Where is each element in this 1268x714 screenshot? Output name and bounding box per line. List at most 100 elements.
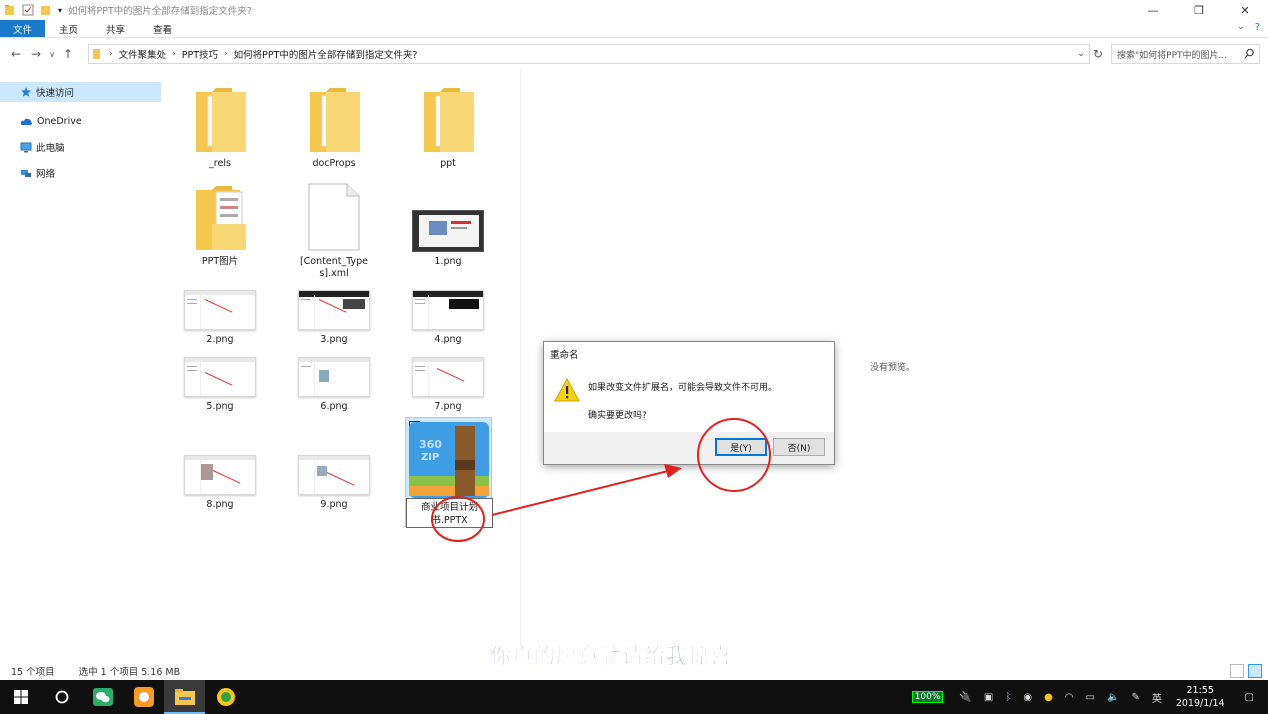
search-placeholder: 搜索"如何将PPT中的图片... — [1117, 50, 1228, 61]
rename-dialog: 重命名 如果改变文件扩展名，可能会导致文件不可用。 确实要更改吗? 是(Y) 否… — [543, 341, 835, 465]
file-name: _rels — [209, 158, 231, 169]
sidebar-item-quick-access[interactable]: 快速访问 — [0, 82, 161, 102]
quick-access-dropdown-icon[interactable]: ▾ — [58, 6, 62, 15]
file-explorer-icon — [174, 689, 195, 705]
archive-badge: ZIP — [421, 452, 439, 463]
image-item[interactable]: 3.png — [284, 288, 384, 346]
up-icon[interactable]: ↑ — [58, 47, 78, 61]
document-icon — [308, 183, 360, 251]
chevron-down-icon[interactable]: ⌄ — [1077, 48, 1085, 59]
folder-icon — [196, 186, 246, 250]
image-thumbnail — [412, 357, 484, 397]
maximize-button[interactable]: ❐ — [1176, 0, 1222, 20]
properties-icon[interactable] — [22, 4, 34, 16]
help-icon[interactable]: ? — [1255, 22, 1260, 33]
search-icon — [1244, 48, 1254, 59]
taskbar-wechat[interactable] — [82, 680, 123, 714]
close-button[interactable]: ✕ — [1222, 0, 1268, 20]
file-name: 1.png — [434, 256, 462, 267]
battery-indicator[interactable]: 100% — [911, 691, 944, 703]
notification-icon[interactable]: ▢ — [1245, 692, 1254, 703]
rename-field[interactable]: 商业项目计划 书.PPTX — [406, 498, 493, 528]
file-name: 8.png — [206, 499, 234, 510]
taskbar-app[interactable] — [123, 680, 164, 714]
yes-button[interactable]: 是(Y) — [715, 438, 767, 456]
search-input[interactable]: 搜索"如何将PPT中的图片... — [1111, 44, 1260, 64]
image-item[interactable]: 2.png — [170, 288, 270, 346]
clock-time: 21:55 — [1186, 685, 1214, 696]
folder-item[interactable]: ppt — [398, 82, 498, 170]
folder-item[interactable]: _rels — [170, 82, 270, 170]
image-thumbnail — [184, 357, 256, 397]
refresh-icon[interactable]: ↻ — [1090, 44, 1106, 64]
folder-item[interactable]: docProps — [284, 82, 384, 170]
sidebar-item-label: OneDrive — [37, 115, 82, 127]
no-button[interactable]: 否(N) — [773, 438, 825, 456]
image-item[interactable]: 1.png — [398, 180, 498, 268]
address-bar[interactable]: › 文件聚集处 › PPT技巧 › 如何将PPT中的图片全部存储到指定文件夹? … — [88, 44, 1090, 64]
dialog-body: 如果改变文件扩展名，可能会导致文件不可用。 确实要更改吗? — [544, 366, 834, 432]
minimize-button[interactable]: — — [1130, 0, 1176, 20]
image-item[interactable]: 7.png — [398, 355, 498, 413]
volume-icon[interactable]: 🔈 — [1107, 692, 1119, 703]
usb-icon[interactable]: 🔌 — [959, 692, 971, 703]
sidebar-item-this-pc[interactable]: 此电脑 — [0, 134, 170, 160]
tab-home[interactable]: 主页 — [45, 20, 92, 37]
large-icons-view-icon[interactable] — [1248, 664, 1262, 678]
image-item[interactable]: 9.png — [284, 453, 384, 511]
folder-icon — [93, 49, 100, 59]
navigation-pane: 快速访问 OneDrive 此电脑 网络 — [0, 72, 170, 662]
details-view-icon[interactable] — [1230, 664, 1244, 678]
dialog-message: 如果改变文件扩展名，可能会导致文件不可用。 — [588, 383, 778, 393]
image-thumbnail — [298, 357, 370, 397]
image-item[interactable]: 5.png — [170, 355, 270, 413]
selected-file-item[interactable]: ✓ 360 ZIP 商业项目计划 书.PPTX — [405, 417, 493, 528]
sidebar-item-network[interactable]: 网络 — [0, 160, 170, 186]
pane-divider[interactable] — [520, 68, 521, 662]
sidebar-item-label: 此电脑 — [36, 143, 65, 154]
battery-icon[interactable]: ▭ — [1086, 692, 1095, 703]
file-item[interactable]: [Content_Types].xml — [284, 180, 384, 280]
new-folder-icon[interactable] — [40, 4, 52, 16]
recent-locations-icon[interactable]: ∨ — [46, 50, 58, 59]
video-subtitle: 你真的愿意就请给我惊喜 — [490, 644, 732, 669]
file-list: _rels docProps ppt PPT图片 [Content_Types]… — [170, 70, 520, 660]
chevron-right-icon: › — [172, 49, 176, 59]
tab-file[interactable]: 文件 — [0, 20, 46, 37]
computer-icon — [20, 142, 32, 152]
forward-icon[interactable]: → — [26, 47, 46, 61]
image-thumbnail — [184, 290, 256, 330]
breadcrumb-item[interactable]: 文件聚集处 — [119, 47, 167, 61]
cortana-icon — [55, 690, 68, 704]
taskbar-browser[interactable] — [205, 680, 246, 714]
windows-logo-icon — [13, 690, 28, 704]
tab-view[interactable]: 查看 — [139, 20, 186, 37]
browser-tray-icon[interactable]: ● — [1044, 692, 1053, 703]
input-language[interactable]: 英 — [1152, 690, 1162, 705]
dialog-question: 确实要更改吗? — [588, 411, 647, 421]
image-item[interactable]: 8.png — [170, 453, 270, 511]
breadcrumb-item[interactable]: 如何将PPT中的图片全部存储到指定文件夹? — [234, 47, 418, 61]
clock[interactable]: 21:55 2019/1/14 — [1176, 684, 1225, 710]
display-icon[interactable]: ▣ — [984, 692, 993, 703]
wifi-icon[interactable]: ◠ — [1065, 692, 1074, 703]
image-item[interactable]: 4.png — [398, 288, 498, 346]
cortana-button[interactable] — [41, 680, 82, 714]
image-item[interactable]: 6.png — [284, 355, 384, 413]
start-button[interactable] — [0, 680, 41, 714]
title-bar: ▾ 如何将PPT中的图片全部存储到指定文件夹? — ❐ ✕ — [0, 0, 1268, 20]
bluetooth-icon[interactable]: ᛒ — [1005, 692, 1011, 703]
system-tray: 100% 🔌 ▣ ᛒ ◉ ● ◠ ▭ 🔈 ✎ 英 21:55 2019/1/14… — [911, 680, 1268, 714]
breadcrumb-item[interactable]: PPT技巧 — [182, 47, 218, 61]
address-row: ← → ∨ ↑ › 文件聚集处 › PPT技巧 › 如何将PPT中的图片全部存储… — [0, 41, 1268, 67]
pen-icon[interactable]: ✎ — [1131, 692, 1139, 703]
sidebar-item-onedrive[interactable]: OneDrive — [0, 108, 170, 134]
taskbar-file-explorer[interactable] — [164, 680, 205, 714]
tab-share[interactable]: 共享 — [92, 20, 139, 37]
ribbon-tabs: 文件 主页 共享 查看 ⌄ ? — [0, 20, 1268, 38]
back-icon[interactable]: ← — [6, 47, 26, 61]
archive-badge: 360 — [419, 438, 442, 451]
expand-ribbon-icon[interactable]: ⌄ — [1237, 22, 1245, 33]
folder-item[interactable]: PPT图片 — [170, 180, 270, 268]
wechat-tray-icon[interactable]: ◉ — [1023, 692, 1032, 703]
